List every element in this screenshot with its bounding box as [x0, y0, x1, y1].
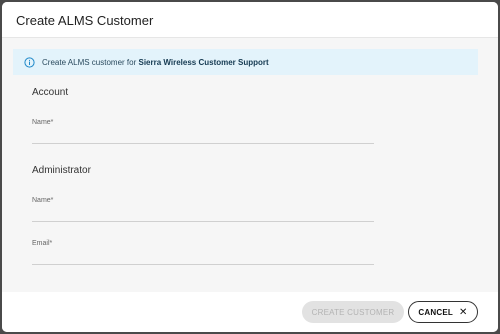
- close-icon: ✕: [458, 306, 468, 318]
- administrator-name-label: Name*: [32, 197, 54, 204]
- cancel-button[interactable]: CANCEL ✕: [408, 301, 478, 323]
- dialog-header: Create ALMS Customer: [2, 2, 498, 38]
- account-section-title: Account: [32, 87, 69, 98]
- info-banner-text: Create ALMS customer for Sierra Wireless…: [42, 58, 269, 67]
- administrator-email-label: Email*: [32, 240, 53, 247]
- info-banner: Create ALMS customer for Sierra Wireless…: [13, 49, 478, 75]
- administrator-section-title: Administrator: [32, 165, 91, 176]
- create-customer-dialog: Create ALMS Customer Create ALMS custome…: [2, 2, 498, 332]
- cancel-label: CANCEL: [418, 307, 453, 317]
- info-banner-prefix: Create ALMS customer for: [42, 57, 139, 67]
- dialog-footer: CREATE CUSTOMER CANCEL ✕: [2, 292, 498, 332]
- info-circle-icon: [24, 56, 35, 68]
- administrator-name-field[interactable]: [32, 210, 374, 222]
- dialog-title: Create ALMS Customer: [16, 13, 154, 28]
- create-customer-button[interactable]: CREATE CUSTOMER: [302, 301, 404, 323]
- create-customer-label: CREATE CUSTOMER: [311, 307, 395, 317]
- account-name-field[interactable]: [32, 132, 374, 144]
- info-banner-org: Sierra Wireless Customer Support: [138, 57, 269, 67]
- administrator-email-field[interactable]: [32, 253, 374, 265]
- account-name-label: Name*: [32, 119, 54, 126]
